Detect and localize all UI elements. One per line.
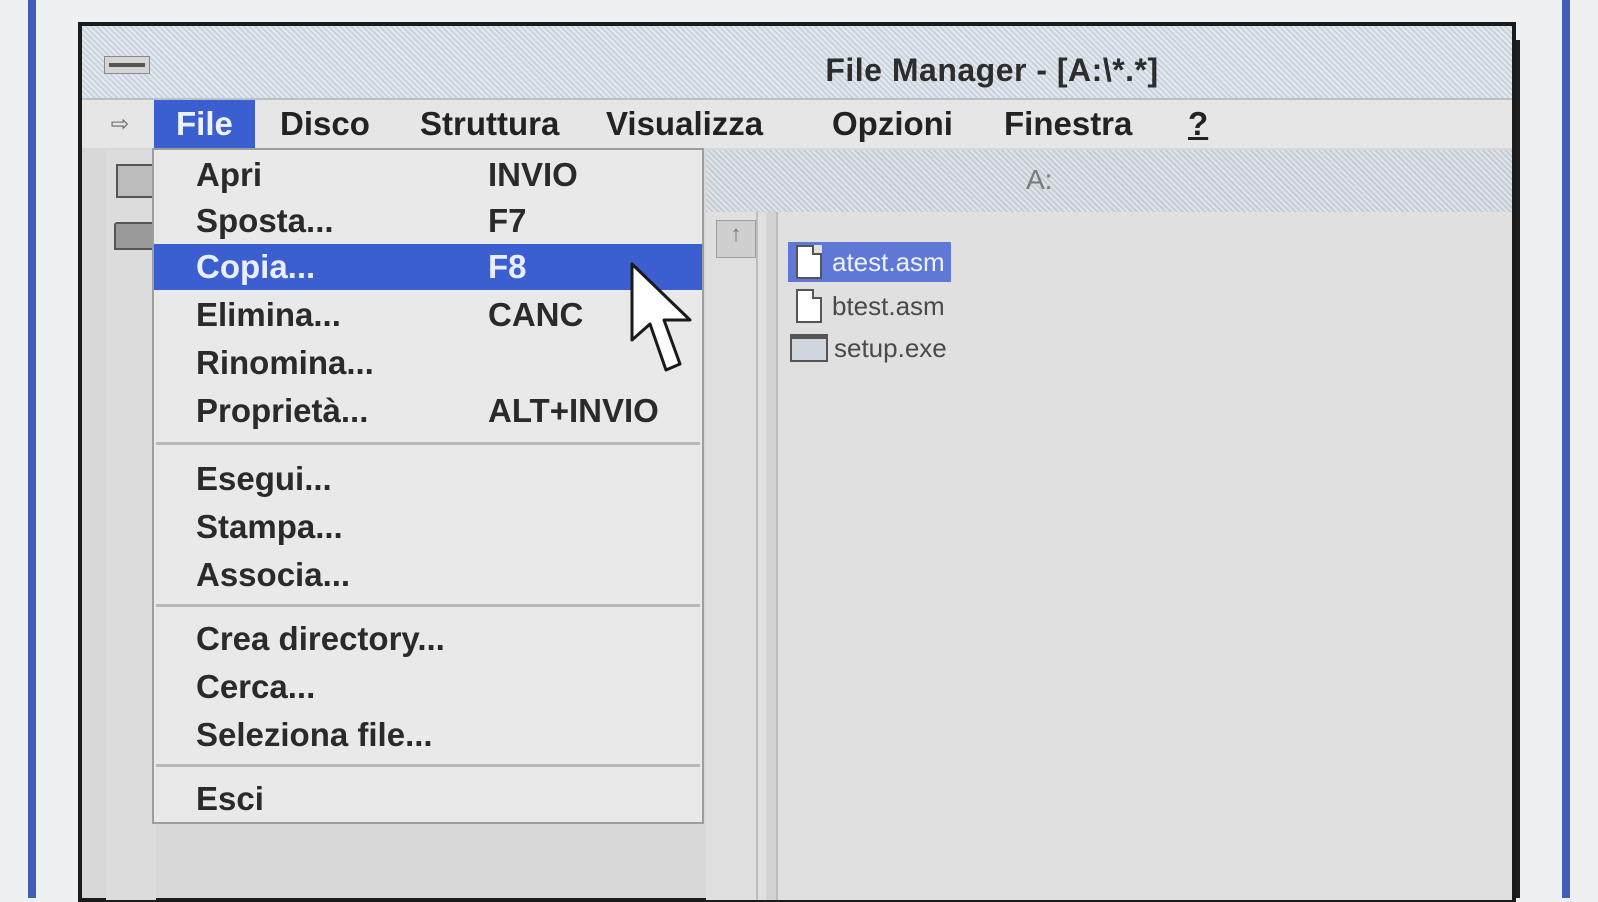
menu-item-label: Stampa...: [196, 508, 343, 545]
menu-finestra[interactable]: Finestra: [1004, 100, 1132, 148]
file-list-pane: A: ↑ atest.asm btest.asm setup.exe: [706, 150, 1512, 900]
outer-border-right: [1562, 0, 1570, 898]
menu-disco[interactable]: Disco: [280, 100, 370, 148]
window-title: File Manager - [A:\*.*]: [825, 52, 1159, 88]
menu-item-esegui[interactable]: Esegui...: [154, 456, 702, 502]
menu-item-label: Esegui...: [196, 460, 332, 497]
directory-tree-pane: [106, 150, 156, 900]
menu-separator: [156, 764, 700, 767]
menu-item-shortcut: CANC: [488, 296, 584, 333]
outer-border-left: [28, 0, 36, 898]
menu-item-label: Proprietà...: [196, 392, 369, 429]
menu-item-shortcut: INVIO: [488, 156, 578, 193]
menu-item-crea-directory[interactable]: Crea directory...: [154, 616, 702, 662]
document-icon: [796, 289, 822, 323]
menu-separator: [156, 604, 700, 607]
program-icon: [790, 334, 828, 362]
menu-item-apri[interactable]: Apri INVIO: [154, 152, 702, 198]
file-name: btest.asm: [832, 290, 945, 321]
menu-item-copia[interactable]: Copia... F8: [154, 244, 702, 290]
mouse-pointer-icon: [630, 262, 692, 372]
child-system-menu-icon[interactable]: ⇨: [100, 110, 140, 138]
menu-item-seleziona-file[interactable]: Seleziona file...: [154, 712, 702, 758]
file-pane-header: A:: [706, 150, 1512, 212]
menu-item-rinomina[interactable]: Rinomina...: [154, 340, 702, 386]
menu-item-label: Associa...: [196, 556, 351, 593]
menu-opzioni[interactable]: Opzioni: [832, 100, 953, 148]
menu-struttura[interactable]: Struttura: [420, 100, 559, 148]
file-menu-dropdown: Apri INVIO Sposta... F7 Copia... F8 Elim…: [152, 148, 704, 824]
menu-item-proprieta[interactable]: Proprietà... ALT+INVIO: [154, 388, 702, 434]
system-menu-icon[interactable]: [104, 56, 150, 74]
menu-item-label: Copia...: [196, 248, 316, 285]
menu-item-label: Rinomina...: [196, 344, 374, 381]
menu-item-stampa[interactable]: Stampa...: [154, 504, 702, 550]
menu-item-shortcut: F7: [488, 202, 527, 239]
menu-item-cerca[interactable]: Cerca...: [154, 664, 702, 710]
menu-item-label: Elimina...: [196, 296, 341, 333]
file-name: atest.asm: [832, 246, 945, 277]
menu-visualizza[interactable]: Visualizza: [606, 100, 763, 148]
menu-item-esci[interactable]: Esci: [154, 776, 702, 822]
menu-item-shortcut: F8: [488, 248, 527, 285]
menu-separator: [156, 442, 700, 445]
menu-item-label: Apri: [196, 156, 262, 193]
menu-bar: ⇨ File Disco Struttura Visualizza Opzion…: [82, 100, 1512, 148]
menu-item-label: Cerca...: [196, 668, 316, 705]
tree-column: ↑: [716, 212, 758, 900]
menu-help[interactable]: ?: [1188, 100, 1208, 148]
menu-item-sposta[interactable]: Sposta... F7: [154, 198, 702, 244]
title-bar[interactable]: File Manager - [A:\*.*]: [82, 26, 1512, 100]
menu-item-associa[interactable]: Associa...: [154, 552, 702, 598]
menu-item-label: Crea directory...: [196, 620, 445, 657]
file-row[interactable]: setup.exe: [788, 328, 953, 368]
menu-item-label: Esci: [196, 780, 264, 817]
folder-icon[interactable]: [114, 222, 156, 250]
file-row[interactable]: btest.asm: [788, 286, 951, 326]
menu-item-label: Seleziona file...: [196, 716, 433, 753]
document-icon: [796, 245, 822, 279]
file-name: setup.exe: [834, 332, 947, 363]
menu-item-elimina[interactable]: Elimina... CANC: [154, 292, 702, 338]
menu-item-label: Sposta...: [196, 202, 334, 239]
file-row[interactable]: atest.asm: [788, 242, 951, 282]
drive-icon[interactable]: [116, 164, 156, 198]
file-pane-header-label: A:: [1026, 164, 1053, 195]
menu-file[interactable]: File: [154, 100, 255, 148]
menu-item-shortcut: ALT+INVIO: [488, 392, 659, 429]
up-arrow-icon[interactable]: ↑: [716, 220, 756, 258]
pane-split-bar[interactable]: [766, 212, 778, 900]
